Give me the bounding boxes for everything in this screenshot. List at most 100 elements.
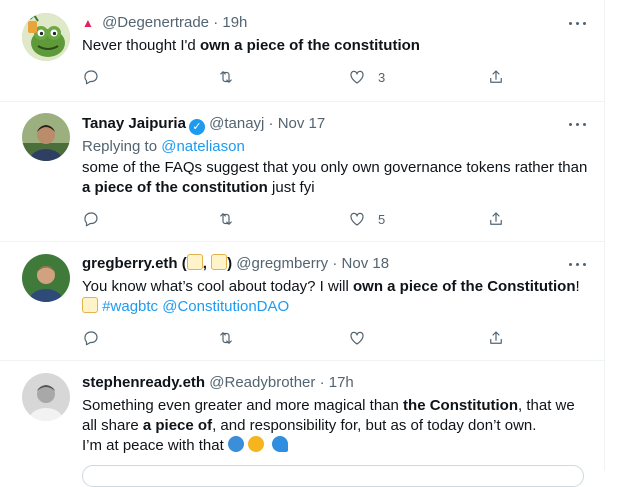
tweet[interactable]: gregberry.eth (, ) @gregmberry · Nov 18 … (0, 241, 604, 361)
tweet-text-plain: I’m at peace with that (82, 437, 224, 454)
mention-link[interactable]: @ConstitutionDAO (162, 298, 289, 315)
earth-emoji (227, 436, 244, 452)
tweet-text: some of the FAQs suggest that you only o… (82, 158, 592, 198)
tweet-text-tail: just fyi (267, 179, 315, 196)
share-button[interactable] (487, 208, 505, 230)
tweet-timestamp[interactable]: Nov 18 (342, 255, 390, 272)
reply-icon (84, 212, 98, 227)
more-icon[interactable] (568, 114, 588, 134)
tweet-timestamp[interactable]: 17h (329, 374, 354, 391)
scroll-emoji (82, 297, 98, 313)
share-button[interactable] (487, 327, 505, 349)
separator-dot: · (332, 255, 338, 272)
hashtag-link[interactable]: #wagbtc (102, 298, 158, 315)
share-icon (490, 70, 502, 83)
like-icon (350, 70, 364, 84)
reply-icon (84, 70, 98, 85)
tweet[interactable]: ▲ @Degenertrade · 19h Never thought I'd … (0, 0, 604, 102)
profile-photo (22, 254, 70, 302)
scroll-emoji (186, 254, 203, 270)
share-icon (490, 331, 502, 344)
tweet-text-highlight: own a piece of the Constitution (353, 278, 576, 295)
reply-context: Replying to @nateliason (82, 137, 592, 157)
tweet-text-plain: You know what’s cool about today? I will (82, 278, 354, 295)
tweet-text-tail: , and responsibility for, but as of toda… (212, 417, 537, 434)
display-name-separator: , (202, 255, 212, 272)
like-count: 3 (378, 69, 386, 85)
tweet-text-plain: Something even greater and more magical … (82, 397, 404, 414)
user-handle[interactable]: @tanayj (209, 115, 264, 132)
user-handle[interactable]: @Readybrother (209, 374, 315, 391)
tweet-timestamp[interactable]: 19h (222, 14, 247, 31)
tweet-text: You know what’s cool about today? I will… (82, 277, 592, 317)
tweet-text-tail: ! (575, 278, 580, 295)
tweet-text-highlight: the Constitution (403, 397, 519, 414)
avatar[interactable] (22, 113, 70, 161)
display-name[interactable]: stephenready.eth (82, 374, 205, 391)
tweet-actions (82, 327, 582, 349)
timeline-feed: ▲ @Degenertrade · 19h Never thought I'd … (0, 0, 605, 487)
reply-button[interactable] (82, 208, 100, 230)
like-count: 5 (378, 211, 386, 227)
tweet-actions: 3 (82, 66, 582, 88)
share-icon (490, 212, 502, 225)
reply-button[interactable] (82, 327, 100, 349)
tweet-header: stephenready.eth @Readybrother · 17h (82, 373, 354, 393)
tweet[interactable]: stephenready.eth @Readybrother · 17h Som… (0, 360, 604, 471)
avatar[interactable] (22, 254, 70, 302)
display-name-prefix: gregberry.eth ( (82, 255, 187, 272)
retweet-icon (220, 332, 232, 344)
profile-photo (22, 113, 70, 161)
tweet-header: Tanay Jaipuria ✓ @tanayj · Nov 17 (82, 114, 326, 135)
retweet-button[interactable] (217, 208, 235, 230)
retweet-icon (220, 213, 232, 225)
tweet-text-highlight: a piece of (142, 417, 213, 434)
retweet-button[interactable] (217, 66, 235, 88)
retweet-button[interactable] (217, 327, 235, 349)
tweet-text-line: some of the FAQs suggest that you only o… (82, 159, 588, 176)
like-button[interactable]: 5 (348, 208, 385, 230)
tweet-header: gregberry.eth (, ) @gregmberry · Nov 18 (82, 254, 389, 274)
tweet[interactable]: Tanay Jaipuria ✓ @tanayj · Nov 17 Replyin… (0, 101, 604, 242)
tweet-text-highlight: a piece of the constitution (82, 179, 268, 196)
retweet-icon (220, 71, 232, 83)
tweet-text: Something even greater and more magical … (82, 396, 592, 456)
like-button[interactable]: 3 (348, 66, 385, 88)
like-icon (350, 212, 364, 226)
tweet-header: ▲ @Degenertrade · 19h (82, 13, 247, 33)
reply-mention-link[interactable]: @nateliason (161, 138, 245, 155)
like-icon (350, 331, 364, 345)
scroll-emoji (211, 254, 228, 270)
quoted-tweet-card[interactable] (82, 465, 584, 487)
red-triangle-icon: ▲ (82, 16, 94, 30)
profile-photo (22, 373, 70, 421)
more-icon[interactable] (568, 254, 588, 274)
reply-button[interactable] (82, 66, 100, 88)
user-handle[interactable]: @Degenertrade (102, 14, 209, 31)
like-button[interactable] (348, 327, 366, 349)
share-button[interactable] (487, 66, 505, 88)
wave-emoji (272, 436, 289, 452)
user-handle[interactable]: @gregmberry (236, 255, 328, 272)
tweet-timestamp[interactable]: Nov 17 (278, 115, 326, 132)
separator-dot: · (319, 374, 325, 391)
reply-prefix: Replying to (82, 138, 162, 155)
avatar[interactable] (22, 373, 70, 421)
verified-badge-icon: ✓ (188, 119, 205, 135)
tweet-text-plain: all share (82, 417, 143, 434)
tweet-text-plain: Never thought I'd (82, 37, 200, 54)
sun-emoji (248, 436, 265, 452)
tweet-actions: 5 (82, 208, 582, 230)
avatar[interactable] (22, 13, 70, 61)
separator-dot: · (268, 115, 274, 132)
frog-avatar-image (22, 13, 70, 61)
display-name[interactable]: Tanay Jaipuria (82, 115, 186, 132)
separator-dot: · (213, 14, 219, 31)
display-name[interactable]: gregberry.eth (, ) (82, 254, 233, 272)
reply-icon (84, 331, 98, 346)
tweet-text-highlight: own a piece of the constitution (199, 37, 420, 54)
display-name-suffix: ) (227, 255, 233, 272)
tweet-text: Never thought I'd own a piece of the con… (82, 36, 592, 56)
tweet-text-tail: , that we (518, 397, 575, 414)
more-icon[interactable] (568, 13, 588, 33)
